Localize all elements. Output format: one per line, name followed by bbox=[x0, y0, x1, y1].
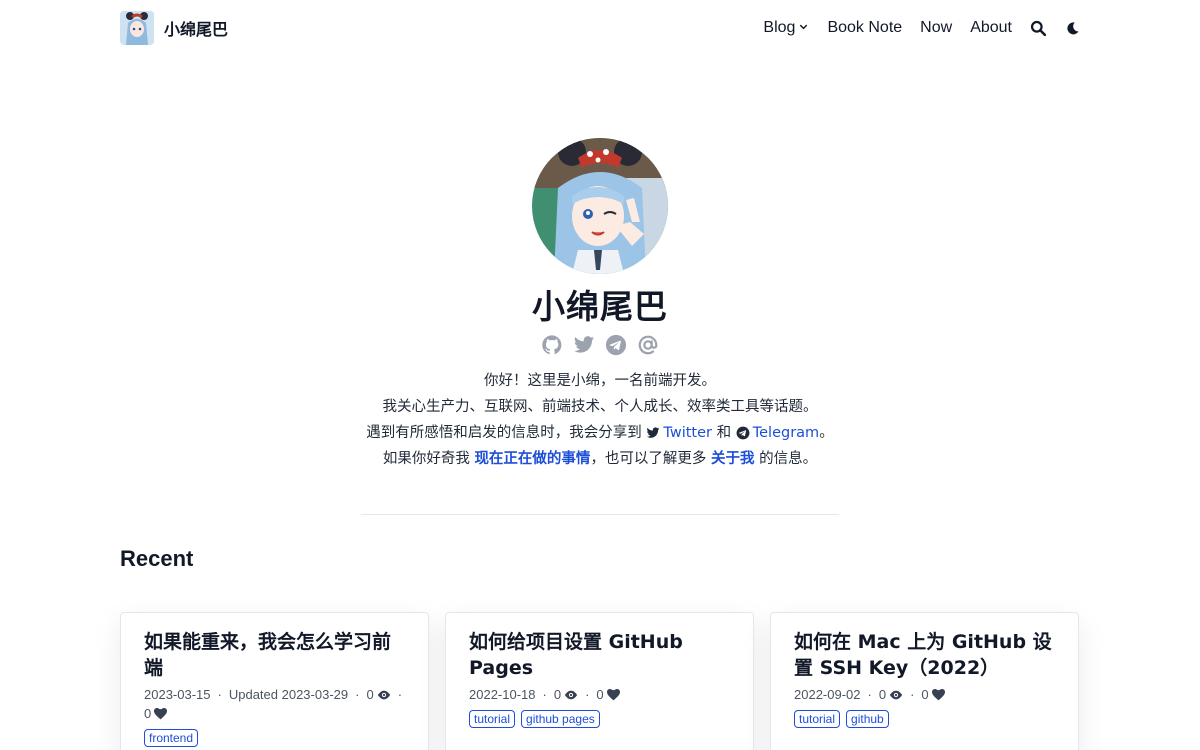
post-date: 2022-10-18 bbox=[469, 687, 536, 702]
nav-blog[interactable]: Blog bbox=[763, 19, 809, 37]
moon-icon[interactable] bbox=[1065, 21, 1080, 36]
tag[interactable]: frontend bbox=[144, 729, 199, 747]
likes-count: 0 bbox=[596, 687, 604, 702]
nav-book-note[interactable]: Book Note bbox=[827, 19, 902, 37]
tag[interactable]: tutorial bbox=[794, 710, 841, 728]
chevron-down-icon bbox=[798, 19, 809, 37]
section-divider bbox=[361, 514, 839, 515]
post-date: 2023-03-15 bbox=[144, 687, 211, 702]
post-card[interactable]: 如果能重来，我会怎么学习前端 2023-03-15 · Updated 2023… bbox=[120, 612, 429, 750]
intro-line-2: 我关心生产力、互联网、前端技术、个人成长、效率类工具等话题。 bbox=[382, 399, 818, 415]
recent-posts: 如果能重来，我会怎么学习前端 2023-03-15 · Updated 2023… bbox=[120, 612, 1080, 750]
telegram-icon[interactable] bbox=[605, 334, 627, 356]
twitter-link-label: Twitter bbox=[663, 425, 713, 441]
meta-separator: · bbox=[867, 687, 872, 702]
nav-about[interactable]: About bbox=[970, 19, 1012, 37]
nav-blog-label: Blog bbox=[763, 19, 796, 36]
intro-line-4: 如果你好奇我 现在正在做的事情，也可以了解更多 关于我 的信息。 bbox=[366, 446, 833, 472]
post-meta: 2022-10-18 · 0 · 0 bbox=[469, 685, 730, 704]
eye-icon bbox=[377, 690, 390, 699]
post-date: 2022-09-02 bbox=[794, 687, 861, 702]
post-tags: tutorial github pages bbox=[469, 710, 730, 728]
meta-separator: · bbox=[397, 687, 403, 702]
post-card[interactable]: 如何给项目设置 GitHub Pages 2022-10-18 · 0 · 0 … bbox=[445, 612, 754, 750]
email-at-icon[interactable] bbox=[637, 334, 659, 356]
heart-icon bbox=[154, 707, 168, 719]
twitter-icon bbox=[646, 427, 660, 438]
tag[interactable]: github bbox=[846, 710, 889, 728]
meta-separator: · bbox=[217, 687, 222, 702]
eye-icon bbox=[889, 690, 903, 699]
post-meta: 2022-09-02 · 0 · 0 bbox=[794, 685, 1055, 704]
tag[interactable]: tutorial bbox=[469, 710, 516, 728]
brand-avatar bbox=[120, 11, 154, 45]
profile-intro: 你好！这里是小绵，一名前端开发。 我关心生产力、互联网、前端技术、个人成长、效率… bbox=[366, 368, 833, 472]
telegram-icon bbox=[736, 426, 750, 440]
twitter-link[interactable]: Twitter bbox=[646, 420, 712, 446]
meta-separator: · bbox=[910, 687, 915, 702]
post-likes: 0 bbox=[921, 685, 945, 704]
intro-text: 和 bbox=[716, 425, 732, 441]
post-likes: 0 bbox=[596, 685, 620, 704]
meta-separator: · bbox=[542, 687, 547, 702]
intro-text: 的信息。 bbox=[759, 451, 818, 467]
views-count: 0 bbox=[878, 687, 887, 702]
post-views: 0 bbox=[879, 685, 903, 704]
intro-text: 遇到有所感悟和启发的信息时，我会分享到 bbox=[366, 425, 642, 441]
twitter-icon[interactable] bbox=[573, 334, 595, 356]
brand-link[interactable]: 小绵尾巴 bbox=[120, 11, 228, 45]
heart-icon bbox=[931, 688, 945, 700]
about-link[interactable]: 关于我 bbox=[711, 451, 755, 467]
post-likes: 0 bbox=[144, 704, 168, 723]
post-meta: 2023-03-15 · Updated 2023-03-29 · 0 · 0 bbox=[144, 685, 405, 723]
intro-line-1: 你好！这里是小绵，一名前端开发。 bbox=[483, 373, 716, 389]
profile-name: 小绵尾巴 bbox=[532, 287, 668, 326]
telegram-link[interactable]: Telegram bbox=[736, 420, 819, 446]
heart-icon bbox=[606, 688, 620, 700]
post-title[interactable]: 如果能重来，我会怎么学习前端 bbox=[144, 629, 405, 681]
now-link[interactable]: 现在正在做的事情 bbox=[474, 451, 590, 467]
post-title[interactable]: 如何给项目设置 GitHub Pages bbox=[469, 629, 730, 681]
intro-text: ，也可以了解更多 bbox=[590, 451, 707, 467]
likes-count: 0 bbox=[144, 706, 152, 721]
github-icon[interactable] bbox=[541, 334, 563, 356]
post-tags: tutorial github bbox=[794, 710, 1055, 728]
post-views: 0 bbox=[554, 685, 578, 704]
post-title[interactable]: 如何在 Mac 上为 GitHub 设置 SSH Key（2022） bbox=[794, 629, 1055, 681]
social-links bbox=[541, 334, 659, 356]
likes-count: 0 bbox=[921, 687, 929, 702]
intro-text: 。 bbox=[819, 425, 834, 441]
profile-section: 小绵尾巴 你好！这里是小绵，一名前端开发。 我关心生产力、互联网、前端技术、个人… bbox=[0, 138, 1200, 472]
brand-name: 小绵尾巴 bbox=[164, 20, 229, 39]
site-header: 小绵尾巴 Blog Book Note Now About bbox=[120, 8, 1080, 48]
recent-heading: Recent bbox=[120, 546, 194, 571]
meta-separator: · bbox=[585, 687, 590, 702]
main-nav: Blog Book Note Now About bbox=[763, 19, 1080, 37]
telegram-link-label: Telegram bbox=[752, 425, 820, 441]
views-count: 0 bbox=[366, 687, 374, 702]
tag[interactable]: github pages bbox=[521, 710, 600, 728]
search-icon[interactable] bbox=[1030, 20, 1047, 37]
post-updated: Updated 2023-03-29 bbox=[228, 687, 349, 702]
post-card[interactable]: 如何在 Mac 上为 GitHub 设置 SSH Key（2022） 2022-… bbox=[770, 612, 1079, 750]
meta-separator: · bbox=[355, 687, 360, 702]
intro-text: 如果你好奇我 bbox=[382, 451, 470, 467]
post-tags: frontend bbox=[144, 729, 405, 747]
profile-avatar bbox=[532, 138, 668, 274]
post-views: 0 bbox=[366, 685, 390, 704]
eye-icon bbox=[564, 690, 578, 699]
nav-now[interactable]: Now bbox=[920, 19, 952, 37]
intro-line-3: 遇到有所感悟和启发的信息时，我会分享到 Twitter 和 Telegram 。 bbox=[366, 420, 833, 446]
views-count: 0 bbox=[553, 687, 562, 702]
